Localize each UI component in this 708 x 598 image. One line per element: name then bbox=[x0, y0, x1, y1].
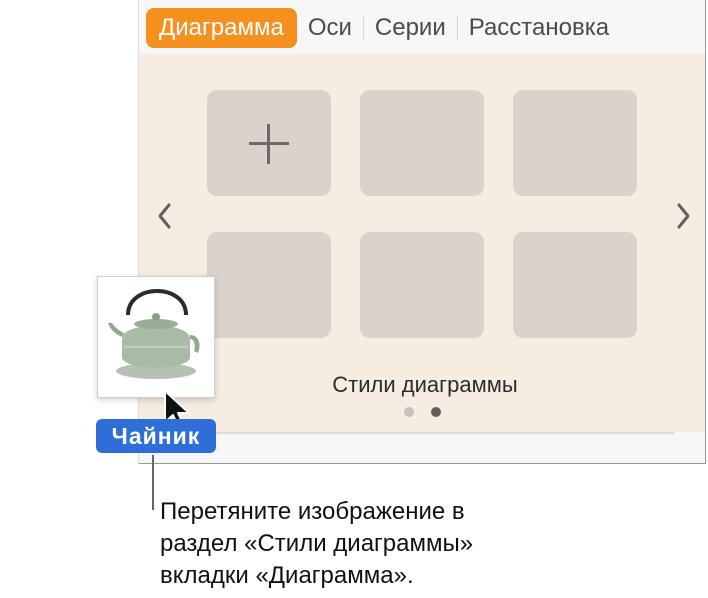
drag-image-thumbnail[interactable] bbox=[97, 276, 215, 398]
drag-item-label: Чайник bbox=[96, 419, 216, 453]
plus-icon bbox=[207, 90, 331, 196]
tab-axes[interactable]: Оси bbox=[297, 8, 363, 48]
chevron-left-icon[interactable] bbox=[150, 196, 180, 236]
caption-line: раздел «Стили диаграммы» bbox=[160, 530, 474, 557]
chevron-right-icon[interactable] bbox=[668, 196, 698, 236]
page-dot-active[interactable] bbox=[431, 407, 441, 417]
caption-line: вкладки «Диаграмма». bbox=[160, 562, 414, 589]
inspector-tabs: Диаграмма Оси Серии Расстановка bbox=[146, 6, 706, 50]
page-indicator[interactable] bbox=[404, 407, 444, 419]
tab-series[interactable]: Серии bbox=[364, 8, 457, 48]
style-slot[interactable] bbox=[207, 232, 331, 338]
caption-line: Перетяните изображение в bbox=[160, 498, 465, 525]
add-style-button[interactable] bbox=[207, 90, 331, 196]
divider bbox=[139, 432, 674, 434]
teapot-image bbox=[104, 283, 208, 391]
page-dot[interactable] bbox=[404, 407, 414, 417]
style-slot[interactable] bbox=[513, 90, 637, 196]
style-slot[interactable] bbox=[513, 232, 637, 338]
style-slot[interactable] bbox=[360, 90, 484, 196]
instruction-caption: Перетяните изображение в раздел «Стили д… bbox=[160, 496, 473, 592]
tab-chart[interactable]: Диаграмма bbox=[146, 8, 297, 48]
styles-caption: Стили диаграммы bbox=[139, 372, 705, 398]
callout-leader-line bbox=[152, 455, 154, 510]
style-slot[interactable] bbox=[360, 232, 484, 338]
tab-arrange[interactable]: Расстановка bbox=[458, 8, 620, 48]
styles-label-text: Стили диаграммы bbox=[332, 372, 518, 397]
